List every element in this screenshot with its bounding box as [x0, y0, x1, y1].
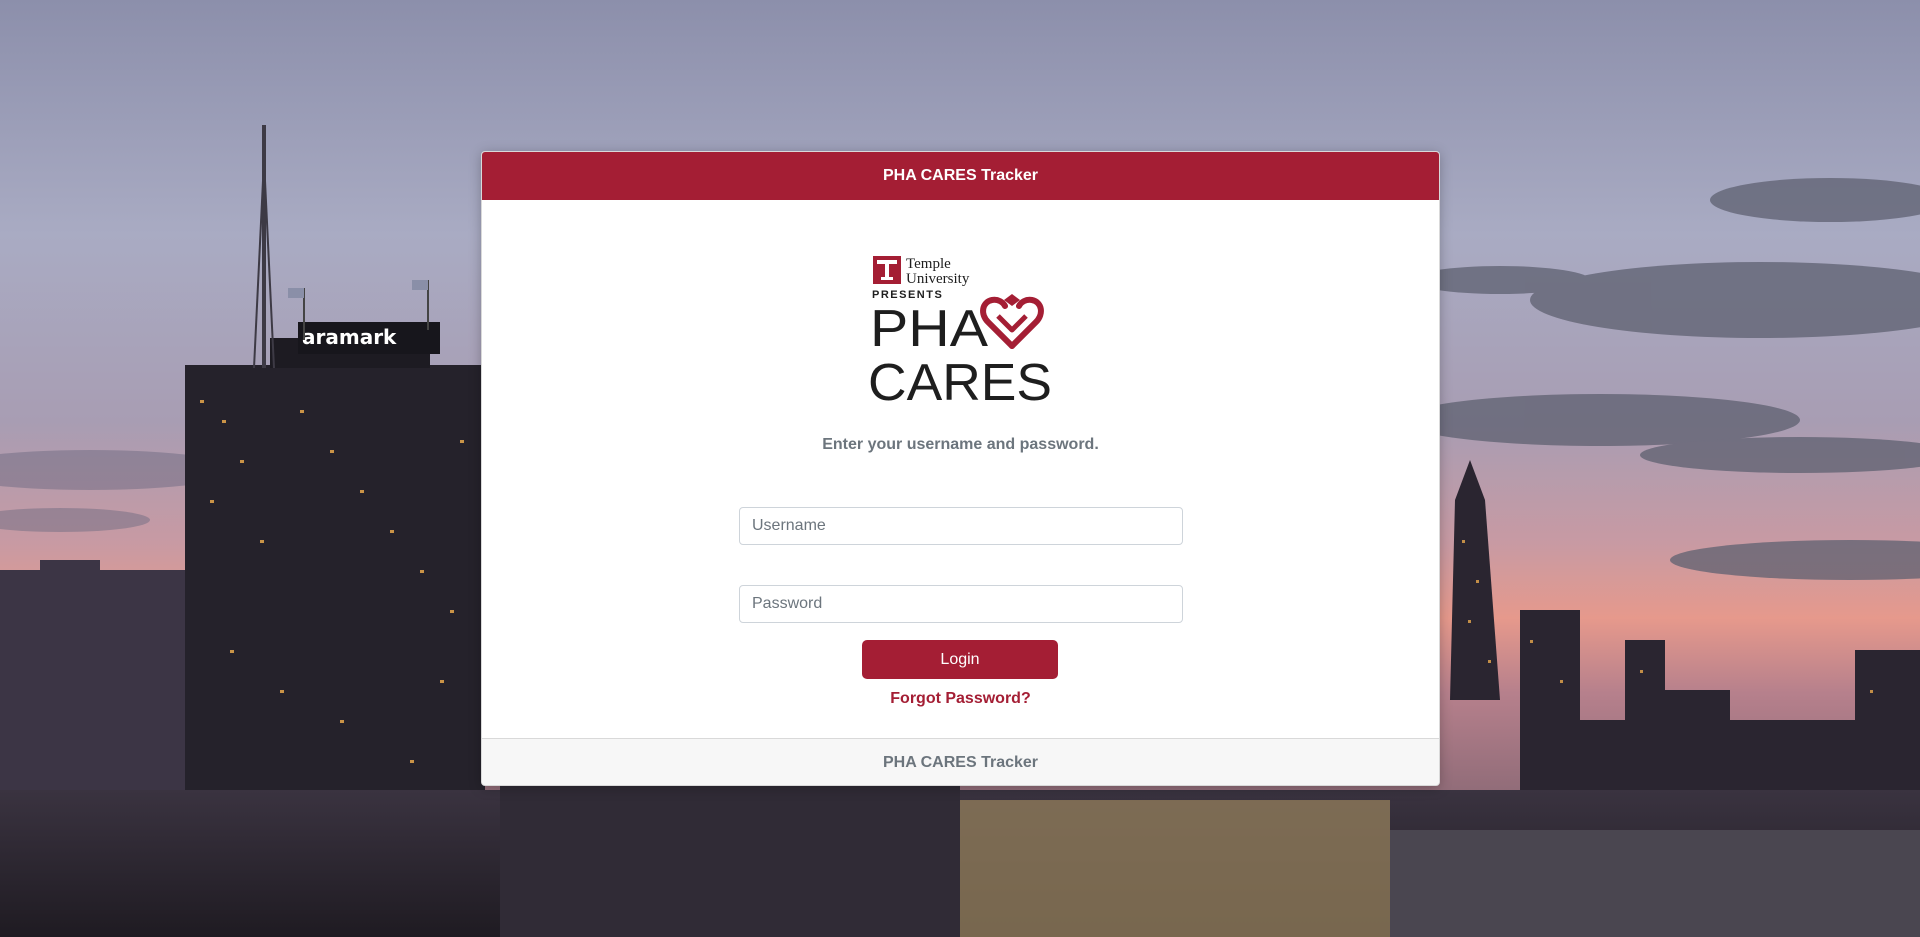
forgot-password-link[interactable]: Forgot Password? [482, 690, 1439, 708]
card-header: PHA CARES Tracker [482, 152, 1439, 200]
header-title: PHA CARES Tracker [882, 167, 1039, 184]
logo-temple-text: Temple [906, 256, 951, 272]
heart-icon [980, 294, 1044, 349]
logo-pha-text: PHA [870, 300, 988, 358]
username-input[interactable] [739, 507, 1183, 545]
password-input[interactable] [739, 585, 1183, 623]
login-button[interactable]: Login [862, 640, 1058, 679]
aramark-sign: aramark [302, 325, 397, 349]
logo-university-text: University [906, 271, 970, 287]
pha-cares-logo: Temple University PRESENTS PHA CARES [870, 256, 1052, 404]
login-instructions: Enter your username and password. [822, 436, 1099, 453]
card-footer: PHA CARES Tracker [482, 738, 1439, 785]
card-body: Temple University PRESENTS PHA CARES Ent… [482, 200, 1439, 738]
footer-text: PHA CARES Tracker [882, 754, 1039, 771]
logo-cares-text: CARES [870, 354, 1052, 404]
login-card: PHA CARES Tracker Temple University PRES… [481, 151, 1440, 786]
